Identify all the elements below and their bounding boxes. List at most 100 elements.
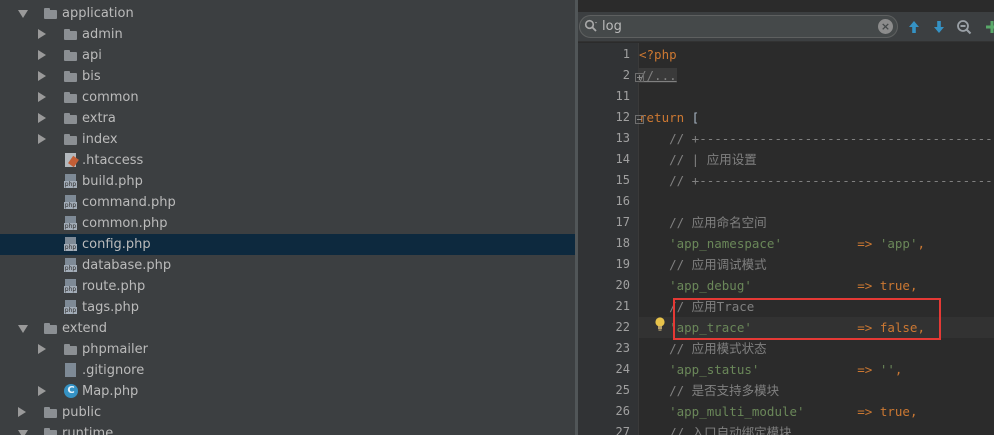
tree-item-label: config.php — [82, 237, 151, 252]
search-box[interactable]: × — [579, 15, 898, 38]
chevron-right-icon[interactable] — [38, 386, 46, 396]
line-number: 26 — [615, 404, 630, 418]
tree-item-bis[interactable]: bis — [0, 66, 575, 87]
tree-item-runtime[interactable]: runtime — [0, 423, 575, 435]
folder-icon — [43, 425, 59, 435]
chevron-right-icon[interactable] — [38, 29, 46, 39]
chevron-right-icon[interactable] — [38, 134, 46, 144]
code-token: <?php — [639, 47, 677, 62]
annotation-highlight-box — [673, 298, 941, 340]
tree-item-gitignore[interactable]: .gitignore — [0, 360, 575, 381]
htaccess-file-icon — [63, 152, 79, 168]
tree-item-database-php[interactable]: database.php — [0, 255, 575, 276]
code-comment: // +------------------------------------… — [639, 173, 994, 188]
find-all-icon[interactable] — [955, 18, 973, 36]
code-line[interactable] — [639, 86, 994, 107]
code-comment: // | 应用设置 — [639, 152, 757, 167]
code-line[interactable]: // | 应用设置 — [639, 149, 994, 170]
tree-item-public[interactable]: public — [0, 402, 575, 423]
folder-icon — [43, 404, 59, 420]
tree-item-extra[interactable]: extra — [0, 108, 575, 129]
line-number: 11 — [615, 89, 630, 103]
tree-item-common-php[interactable]: common.php — [0, 213, 575, 234]
line-number: 21 — [615, 299, 630, 313]
search-input[interactable] — [602, 18, 872, 35]
code-line[interactable]: // 应用命名空间 — [639, 212, 994, 233]
tree-item-htaccess[interactable]: .htaccess — [0, 150, 575, 171]
code-line[interactable]: // +------------------------------------… — [639, 128, 994, 149]
php-file-icon — [63, 194, 79, 210]
chevron-right-icon[interactable] — [18, 407, 26, 417]
lightbulb-icon[interactable] — [654, 316, 666, 332]
tree-item-label: .htaccess — [82, 153, 144, 168]
folder-icon — [63, 68, 79, 84]
tree-item-application[interactable]: application — [0, 3, 575, 24]
code-line[interactable]: // +------------------------------------… — [639, 170, 994, 191]
code-token: , — [909, 404, 918, 419]
tree-item-label: route.php — [82, 279, 146, 294]
tree-item-tags-php[interactable]: tags.php — [0, 297, 575, 318]
tree-item-config-php[interactable]: config.php — [0, 234, 575, 255]
code-token: , — [894, 362, 903, 377]
line-number: 14 — [615, 152, 630, 166]
tree-item-phpmailer[interactable]: phpmailer — [0, 339, 575, 360]
php-file-icon — [63, 215, 79, 231]
code-editor[interactable]: × 121112131415161718192021222324252627 <… — [578, 0, 994, 435]
code-line[interactable]: // 应用调试模式 — [639, 254, 994, 275]
chevron-right-icon[interactable] — [38, 92, 46, 102]
tree-item-label: extend — [62, 321, 108, 336]
tree-item-api[interactable]: api — [0, 45, 575, 66]
fold-expand-icon[interactable] — [635, 73, 644, 82]
tree-item-admin[interactable]: admin — [0, 24, 575, 45]
code-line[interactable]: 'app_status' => '', — [639, 359, 994, 380]
code-line[interactable]: // 应用模式状态 — [639, 338, 994, 359]
find-toolbar: × — [578, 12, 994, 42]
search-icon[interactable] — [584, 19, 598, 33]
tree-item-index[interactable]: index — [0, 129, 575, 150]
code-line[interactable]: 'app_multi_module' => true, — [639, 401, 994, 422]
chevron-down-icon[interactable] — [18, 325, 28, 333]
code-token: => — [782, 236, 880, 251]
chevron-down-icon[interactable] — [18, 10, 28, 18]
line-number-gutter: 1 2 11 12 13 14 15 16 17 18 19 20 21 22 23 24 25 26 27 — [578, 43, 638, 435]
line-number: 13 — [615, 131, 630, 145]
clear-icon[interactable]: × — [878, 19, 893, 34]
tree-item-common[interactable]: common — [0, 87, 575, 108]
code-line[interactable]: // 入口自动绑定模块 — [639, 422, 994, 435]
folder-icon — [43, 5, 59, 21]
line-number: 24 — [615, 362, 630, 376]
code-comment: // 应用模式状态 — [639, 341, 767, 356]
tree-item-build-php[interactable]: build.php — [0, 171, 575, 192]
line-number: 23 — [615, 341, 630, 355]
code-line[interactable]: 'app_debug' => true, — [639, 275, 994, 296]
chevron-right-icon[interactable] — [38, 344, 46, 354]
chevron-down-icon[interactable] — [18, 430, 28, 435]
php-file-icon — [63, 299, 79, 315]
chevron-right-icon[interactable] — [38, 50, 46, 60]
folder-icon — [63, 110, 79, 126]
tree-item-extend[interactable]: extend — [0, 318, 575, 339]
folder-icon — [63, 26, 79, 42]
code-line[interactable]: <?php — [639, 44, 994, 65]
project-tree: application admin api bis common extra index .h… — [0, 0, 575, 435]
next-occurrence-icon[interactable] — [930, 18, 948, 36]
tree-item-label: extra — [82, 111, 116, 126]
chevron-right-icon[interactable] — [38, 71, 46, 81]
prev-occurrence-icon[interactable] — [905, 18, 923, 36]
fold-collapse-icon[interactable] — [635, 115, 644, 124]
chevron-right-icon[interactable] — [38, 113, 46, 123]
code-line[interactable]: // 是否支持多模块 — [639, 380, 994, 401]
folder-icon — [63, 131, 79, 147]
tree-item-route-php[interactable]: route.php — [0, 276, 575, 297]
tree-item-label: common.php — [82, 216, 168, 231]
code-line[interactable] — [639, 191, 994, 212]
code-token: return — [639, 110, 685, 125]
tree-item-label: build.php — [82, 174, 143, 189]
code-string: 'app_multi_module' — [639, 404, 805, 419]
code-line[interactable]: return [ — [639, 107, 994, 128]
add-icon[interactable] — [983, 18, 994, 36]
tree-item-command-php[interactable]: command.php — [0, 192, 575, 213]
tree-item-map-php[interactable]: Map.php — [0, 381, 575, 402]
code-line[interactable]: //... — [639, 65, 994, 86]
code-line[interactable]: 'app_namespace' => 'app', — [639, 233, 994, 254]
